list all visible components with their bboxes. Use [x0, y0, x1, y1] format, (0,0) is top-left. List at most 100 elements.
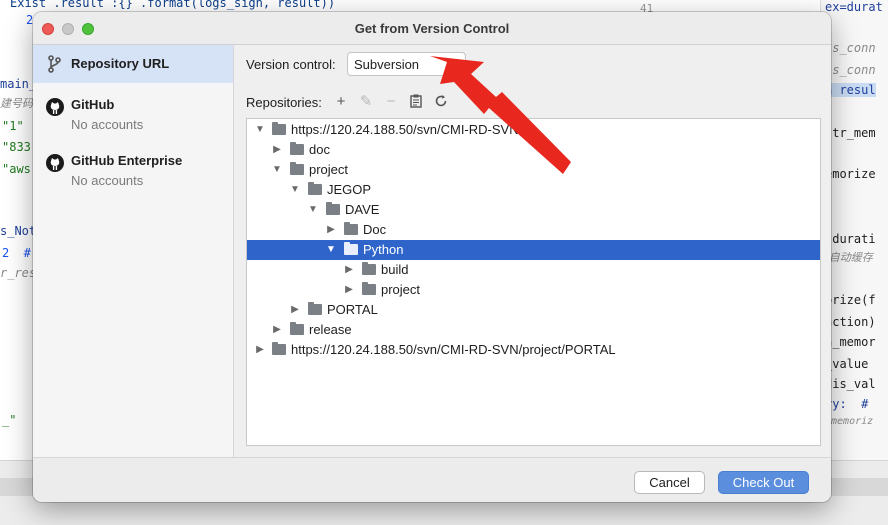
code-line: ry: #	[825, 397, 869, 411]
chevron-down-icon[interactable]: ▼	[272, 160, 282, 180]
add-icon[interactable]: +	[333, 94, 349, 110]
chevron-down-icon[interactable]: ▼	[255, 120, 265, 140]
code-line: 2 #	[2, 246, 31, 260]
sidebar-item-repository-url[interactable]: Repository URL	[33, 45, 233, 83]
chevron-right-icon[interactable]: ▶	[344, 260, 354, 280]
repositories-tree[interactable]: ▼ https://120.24.188.50/svn/CMI-RD-SVN ▶…	[246, 118, 821, 446]
code-line: "1"	[2, 119, 24, 133]
tree-item[interactable]: ▶ build	[247, 260, 820, 280]
code-line: _memoriz	[825, 416, 874, 427]
folder-icon	[290, 322, 304, 335]
chevron-right-icon[interactable]: ▶	[272, 320, 282, 340]
chevron-down-icon[interactable]: ▼	[290, 180, 300, 200]
tree-item-label: project	[309, 162, 349, 177]
tree-item[interactable]: ▼ DAVE	[247, 200, 820, 220]
tree-item-label: doc	[309, 142, 330, 157]
folder-icon	[344, 242, 358, 255]
repositories-label: Repositories:	[246, 95, 322, 110]
code-line: 建号码	[0, 97, 33, 110]
folder-icon	[308, 302, 322, 315]
code-line: :自动缓存	[825, 251, 873, 264]
edit-icon[interactable]: ✎	[358, 94, 374, 110]
chevron-right-icon[interactable]: ▶	[255, 340, 265, 360]
remove-icon[interactable]: −	[383, 94, 399, 110]
tree-item[interactable]: ▶ project	[247, 280, 820, 300]
dialog-footer: Cancel Check Out	[33, 457, 831, 502]
dialog-title: Get from Version Control	[354, 21, 510, 36]
tree-item[interactable]: ▼ project	[247, 160, 820, 180]
tree-item-label: DAVE	[345, 202, 380, 217]
code-line: Exist .result :{} .format(logs_sign, res…	[10, 0, 336, 10]
chevron-right-icon[interactable]: ▶	[326, 220, 336, 240]
version-control-select[interactable]: Subversion	[347, 52, 466, 76]
folder-icon	[290, 142, 304, 155]
folder-icon	[326, 202, 340, 215]
code-line: is_conn	[825, 41, 876, 55]
code-line: _"	[2, 413, 17, 427]
github-icon	[46, 154, 64, 172]
tree-item[interactable]: ▶ https://120.24.188.50/svn/CMI-RD-SVN/p…	[247, 340, 820, 360]
refresh-icon[interactable]	[433, 94, 449, 110]
tree-item-label: https://120.24.188.50/svn/CMI-RD-SVN	[291, 122, 519, 137]
sidebar-item-label: GitHub	[71, 97, 115, 112]
code-line: (durati	[825, 232, 876, 246]
code-line: is_conn	[825, 63, 876, 77]
folder-icon	[308, 182, 322, 195]
tree-item-label: Python	[363, 242, 404, 257]
tree-item-label: https://120.24.188.50/svn/CMI-RD-SVN/pro…	[291, 342, 616, 357]
get-from-vcs-dialog: Get from Version Control Repository URL …	[33, 12, 831, 502]
code-line: dis_val	[825, 377, 876, 391]
tree-item-label: JEGOP	[327, 182, 372, 197]
version-control-label: Version control:	[246, 57, 336, 72]
tree-item-label: build	[381, 262, 409, 277]
folder-icon	[362, 282, 376, 295]
check-out-button[interactable]: Check Out	[718, 471, 809, 494]
folder-icon	[362, 262, 376, 275]
tree-item[interactable]: ▼ JEGOP	[247, 180, 820, 200]
version-control-value: Subversion	[354, 57, 420, 72]
code-line: main_	[0, 77, 37, 91]
sidebar-item-status: No accounts	[71, 173, 144, 188]
code-line: ex=durat	[825, 0, 883, 14]
folder-icon	[344, 222, 358, 235]
clipboard-icon[interactable]	[408, 94, 424, 110]
tree-item[interactable]: ▶ PORTAL	[247, 300, 820, 320]
code-line: r_res	[0, 266, 37, 280]
sidebar-item-github[interactable]: GitHub No accounts	[33, 93, 233, 149]
code-line: _value	[825, 357, 869, 371]
tree-item[interactable]: ▶ release	[247, 320, 820, 340]
code-line: nction)	[825, 315, 876, 329]
tree-item[interactable]: ▶ doc	[247, 140, 820, 160]
sidebar-item-github-enterprise[interactable]: GitHub Enterprise No accounts	[33, 149, 233, 205]
tree-item-label: release	[309, 322, 352, 337]
code-line: emorize	[825, 167, 876, 181]
cancel-button[interactable]: Cancel	[634, 471, 705, 494]
tree-item[interactable]: ▶ Doc	[247, 220, 820, 240]
tree-item-label: project	[381, 282, 421, 297]
chevron-right-icon[interactable]: ▶	[290, 300, 300, 320]
sidebar-item-label: GitHub Enterprise	[71, 153, 183, 168]
chevron-down-icon[interactable]: ▼	[308, 200, 318, 220]
code-line: n resul	[825, 83, 876, 97]
code-line: "aws	[2, 162, 31, 176]
chevron-right-icon[interactable]: ▶	[272, 140, 282, 160]
dialog-sidebar: Repository URL GitHub No accounts GitHub…	[33, 45, 234, 457]
code-line: s_Not	[0, 224, 37, 238]
tree-item-label: Doc	[363, 222, 387, 237]
code-line: str_mem	[825, 126, 876, 140]
chevron-down-icon[interactable]: ▼	[326, 240, 336, 260]
folder-icon	[272, 342, 286, 355]
code-line: h_memor	[825, 335, 876, 349]
github-icon	[46, 98, 64, 116]
branch-icon	[48, 55, 61, 73]
tree-item-label: PORTAL	[327, 302, 378, 317]
sidebar-item-status: No accounts	[71, 117, 144, 132]
code-line: "833	[2, 140, 31, 154]
chevron-right-icon[interactable]: ▶	[344, 280, 354, 300]
tree-item-selected[interactable]: ▼ Python	[247, 240, 820, 260]
dialog-main-panel: Version control: Subversion Repositories…	[234, 45, 831, 457]
chevron-down-icon	[449, 62, 459, 68]
tree-item[interactable]: ▼ https://120.24.188.50/svn/CMI-RD-SVN	[247, 120, 820, 140]
sidebar-item-label: Repository URL	[71, 56, 170, 71]
code-line: orize(f	[825, 293, 876, 307]
